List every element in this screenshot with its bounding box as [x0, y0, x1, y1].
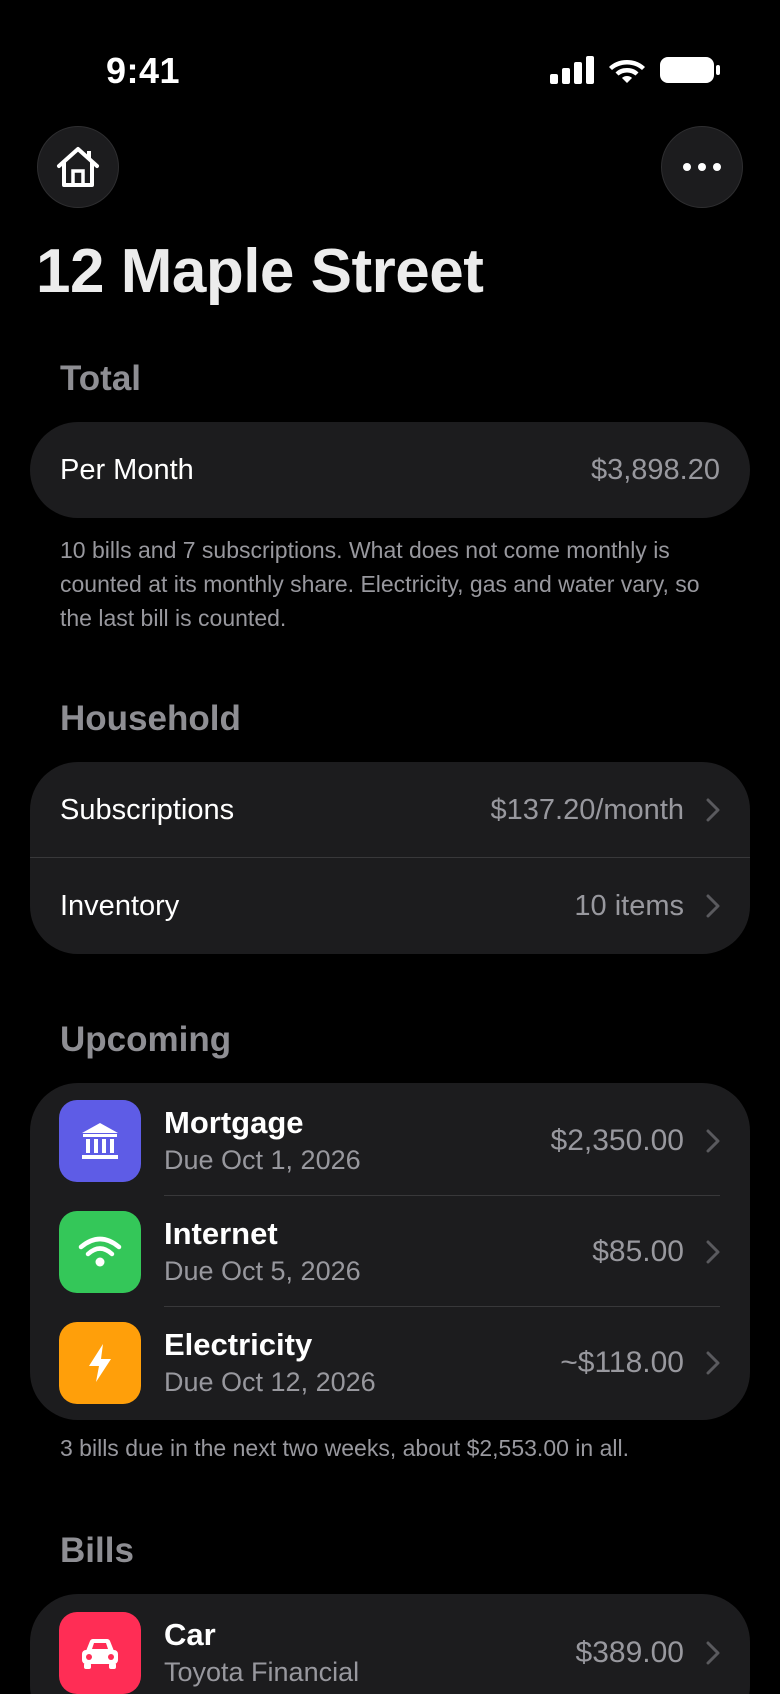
upcoming-item-electricity[interactable]: Electricity Due Oct 12, 2026 ~$118.00: [30, 1307, 750, 1418]
home-button[interactable]: [37, 126, 119, 208]
chevron-right-icon: [706, 1240, 720, 1263]
inventory-value: 10 items: [574, 889, 684, 922]
subscriptions-label: Subscriptions: [60, 793, 235, 826]
upcoming-card: Mortgage Due Oct 1, 2026 $2,350.00 Inter…: [30, 1083, 750, 1420]
status-icons: [550, 56, 720, 84]
electricity-text: Electricity Due Oct 12, 2026: [164, 1326, 560, 1400]
upcoming-note: 3 bills due in the next two weeks, about…: [60, 1435, 629, 1461]
chevron-right-icon: [706, 1351, 720, 1374]
mortgage-title: Mortgage: [164, 1104, 304, 1140]
car-icon: [59, 1611, 141, 1694]
mortgage-due-date: Due Oct 1, 2026: [164, 1144, 361, 1175]
inventory-row[interactable]: Inventory 10 items: [30, 858, 750, 954]
screen: 9:41 12 Maple Street Total Per Month $3,…: [0, 0, 780, 1694]
bank-icon: [59, 1099, 141, 1182]
subscriptions-row[interactable]: Subscriptions $137.20/month: [30, 762, 750, 858]
internet-title: Internet: [164, 1215, 278, 1251]
subscriptions-value: $137.20/month: [490, 793, 684, 826]
cellular-signal-icon: [550, 56, 594, 84]
per-month-row: Per Month $3,898.20: [30, 422, 750, 518]
chevron-right-icon: [706, 1129, 720, 1152]
section-header-upcoming: Upcoming: [60, 1020, 232, 1059]
bill-item-car[interactable]: Car Toyota Financial $389.00: [30, 1597, 750, 1694]
status-time: 9:41: [106, 50, 181, 91]
section-header-household: Household: [60, 699, 241, 738]
chevron-right-icon: [706, 798, 720, 822]
page-title: 12 Maple Street: [36, 237, 484, 306]
bills-card: Car Toyota Financial $389.00: [30, 1594, 750, 1694]
car-text: Car Toyota Financial: [164, 1616, 576, 1690]
car-lender: Toyota Financial: [164, 1656, 360, 1687]
electricity-due-date: Due Oct 12, 2026: [164, 1366, 376, 1397]
section-header-total: Total: [60, 359, 142, 398]
per-month-label: Per Month: [60, 453, 194, 486]
total-card: Per Month $3,898.20: [30, 422, 750, 518]
status-bar: 9:41: [0, 0, 780, 120]
bolt-icon: [59, 1321, 141, 1404]
battery-icon: [660, 57, 720, 83]
total-note: 10 bills and 7 subscriptions. What does …: [60, 537, 700, 631]
section-header-bills: Bills: [60, 1531, 134, 1570]
upcoming-item-internet[interactable]: Internet Due Oct 5, 2026 $85.00: [30, 1196, 750, 1307]
house-icon: [57, 147, 99, 187]
wifi-icon: [59, 1210, 141, 1293]
car-amount: $389.00: [575, 1635, 684, 1669]
internet-amount: $85.00: [592, 1234, 684, 1268]
electricity-amount: ~$118.00: [560, 1345, 684, 1379]
per-month-value: $3,898.20: [590, 453, 720, 486]
mortgage-text: Mortgage Due Oct 1, 2026: [164, 1104, 551, 1178]
mortgage-amount: $2,350.00: [550, 1123, 684, 1157]
car-title: Car: [164, 1616, 216, 1652]
upcoming-item-mortgage[interactable]: Mortgage Due Oct 1, 2026 $2,350.00: [30, 1085, 750, 1196]
inventory-label: Inventory: [60, 889, 180, 922]
wifi-status-icon: [609, 60, 645, 83]
chevron-right-icon: [706, 1641, 720, 1664]
ellipsis-icon: [683, 163, 721, 171]
household-card: Subscriptions $137.20/month Inventory 10…: [30, 762, 750, 954]
electricity-title: Electricity: [164, 1326, 313, 1362]
chevron-right-icon: [706, 894, 720, 918]
internet-due-date: Due Oct 5, 2026: [164, 1255, 361, 1286]
internet-text: Internet Due Oct 5, 2026: [164, 1215, 592, 1289]
more-button[interactable]: [661, 126, 743, 208]
